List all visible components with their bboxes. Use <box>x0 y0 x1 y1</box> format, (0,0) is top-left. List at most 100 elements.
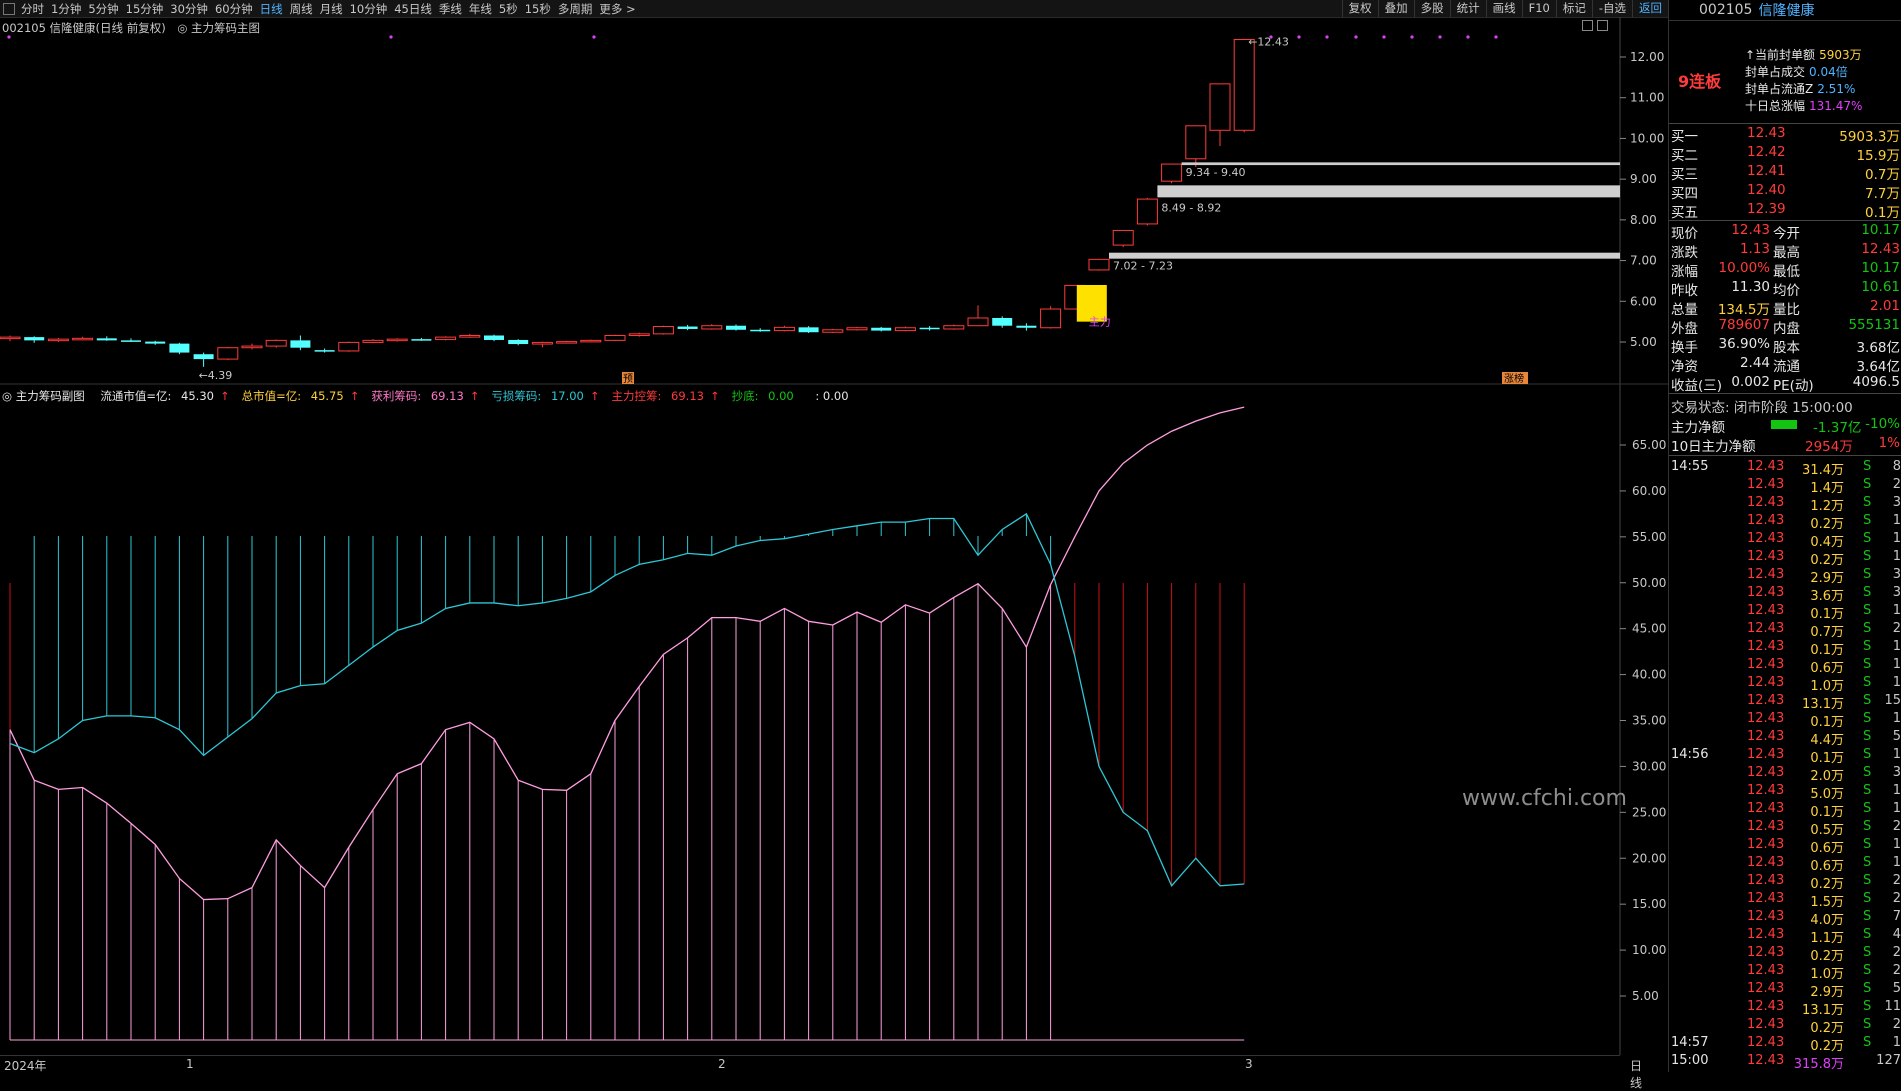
sub-indicator-value: 主力控筹: 69.13 ↑ <box>612 389 726 403</box>
tick-volume: 4.4万 <box>1810 733 1844 748</box>
tick-row: 12.43 0.2万 S 1 <box>1669 549 1901 568</box>
tick-count: 1 <box>1892 747 1901 762</box>
tick-side: S <box>1863 747 1872 762</box>
quote-label: 外盘 <box>1671 321 1698 337</box>
quote-label: 股本 <box>1773 340 1800 356</box>
tick-price: 12.43 <box>1747 783 1785 798</box>
profit-chip-line <box>9 406 1245 901</box>
sub-indicator-name: 主力筹码副图 <box>15 389 85 403</box>
candle <box>338 341 360 352</box>
tick-side: S <box>1863 873 1872 888</box>
tick-volume: 0.7万 <box>1810 625 1844 640</box>
y-tick-label: 6.00 <box>1630 294 1657 308</box>
quote-value: 555131 <box>1848 317 1900 333</box>
tick-side: S <box>1863 693 1872 708</box>
signal-dot <box>1382 35 1386 39</box>
tick-count: 15 <box>1884 693 1901 708</box>
signal-dot <box>1494 35 1498 39</box>
tick-volume: 0.2万 <box>1810 517 1844 532</box>
tick-price: 12.43 <box>1747 603 1785 618</box>
watermark: www.cfchi.com <box>1462 786 1627 811</box>
loss-chip-line <box>9 512 1245 887</box>
y-tick-label: 30.00 <box>1632 759 1666 773</box>
y-tick-label: 65.00 <box>1632 438 1666 452</box>
tick-row: 12.43 4.4万 S 5 <box>1669 729 1901 748</box>
quote-value: 789607 <box>1718 317 1770 333</box>
tick-volume: 0.5万 <box>1810 823 1844 838</box>
candle <box>1088 258 1110 271</box>
candle <box>193 352 214 367</box>
quote-label: 收益(三) <box>1671 378 1723 394</box>
tick-row: 12.43 13.1万 S 11 <box>1669 999 1901 1018</box>
tick-side: S <box>1863 585 1872 600</box>
chip-zone-label: 7.02 - 7.23 <box>1113 260 1173 273</box>
quote-row: 收益(三) 0.002 PE(动) 4096.5 <box>1669 373 1901 394</box>
tick-side: S <box>1863 963 1872 978</box>
maximize-icon[interactable] <box>1597 20 1608 31</box>
chip-zone-band <box>1109 252 1620 259</box>
quote-value: 11.30 <box>1731 279 1770 295</box>
y-tick-label: 10.00 <box>1632 943 1666 957</box>
bid-price: 12.43 <box>1747 125 1786 141</box>
y-tick-label: 50.00 <box>1632 576 1666 590</box>
quote-value: 0.002 <box>1731 374 1770 390</box>
divider <box>1669 455 1901 456</box>
chart-window-buttons <box>1582 20 1608 31</box>
candle <box>822 328 844 334</box>
y-tick-label: 8.00 <box>1630 213 1657 227</box>
tick-count: 1 <box>1892 783 1901 798</box>
candle <box>241 343 263 350</box>
bid-label: 买三 <box>1671 167 1698 183</box>
tick-count: 1 <box>1892 531 1901 546</box>
quote-label: 现价 <box>1671 226 1698 242</box>
tick-side: S <box>1863 459 1872 474</box>
sub-indicator-value: 抄底: 0.00 <box>732 389 800 403</box>
sub-indicator-value: : 0.00 <box>806 389 855 403</box>
tick-volume: 0.1万 <box>1810 751 1844 766</box>
tick-row: 12.43 0.2万 S 1 <box>1669 513 1901 532</box>
tick-count: 7 <box>1892 909 1901 924</box>
svg-text:涨榜: 涨榜 <box>1504 372 1524 385</box>
chart-canvas[interactable]: 12.0011.0010.009.008.007.006.005.00主力9.3… <box>0 0 1668 1072</box>
quote-label: 涨幅 <box>1671 264 1698 280</box>
value-number: : 0.00 <box>811 389 849 403</box>
chip-zone-band <box>1157 185 1620 198</box>
bid-row: 买二 12.42 15.9万 <box>1669 143 1901 164</box>
minimize-icon[interactable] <box>1582 20 1593 31</box>
tick-row: 12.43 2.0万 S 3 <box>1669 765 1901 784</box>
tick-count: 1 <box>1892 513 1901 528</box>
candle <box>798 326 819 334</box>
tick-price: 12.43 <box>1747 477 1785 492</box>
tick-count: 1 <box>1892 675 1901 690</box>
main-net-pct: -10% <box>1865 416 1900 432</box>
tick-count: 2 <box>1892 477 1901 492</box>
tick-volume: 3.6万 <box>1810 589 1844 604</box>
quote-header: 002105 信隆健康 <box>1669 0 1901 21</box>
bid-row: 买四 12.40 7.7万 <box>1669 181 1901 202</box>
signal-dot <box>1466 35 1470 39</box>
candle <box>1016 323 1037 331</box>
seal-info-label: 封单占流通Z <box>1745 82 1814 96</box>
tick-side: S <box>1863 495 1872 510</box>
quote-value: 1.13 <box>1739 241 1770 257</box>
high-price-label: ←12.43 <box>1248 35 1289 48</box>
tick-side: S <box>1863 765 1872 780</box>
sub-indicator-label[interactable]: ◎ 主力筹码副图 <box>2 389 91 403</box>
y-tick-label: 5.00 <box>1630 335 1657 349</box>
quote-label: 涨跌 <box>1671 245 1698 261</box>
period-label[interactable]: 日线 <box>1630 1057 1642 1091</box>
tick-side: S <box>1863 477 1872 492</box>
quote-label: 内盘 <box>1773 321 1800 337</box>
main-indicator-name[interactable]: ◎ 主力筹码主图 <box>177 21 260 35</box>
candle <box>556 340 578 344</box>
tick-price: 12.43 <box>1747 1035 1785 1050</box>
y-tick-label: 10.00 <box>1630 131 1664 145</box>
tick-volume: 1.5万 <box>1810 895 1844 910</box>
tick-price: 12.43 <box>1747 927 1785 942</box>
quote-label: 今开 <box>1773 226 1800 242</box>
quote-value: 10.17 <box>1861 222 1900 238</box>
tick-count: 2 <box>1892 945 1901 960</box>
stock-name[interactable]: 信隆健康 <box>1758 0 1814 20</box>
tick-row: 12.43 1.0万 S 1 <box>1669 675 1901 694</box>
candle <box>169 342 190 355</box>
